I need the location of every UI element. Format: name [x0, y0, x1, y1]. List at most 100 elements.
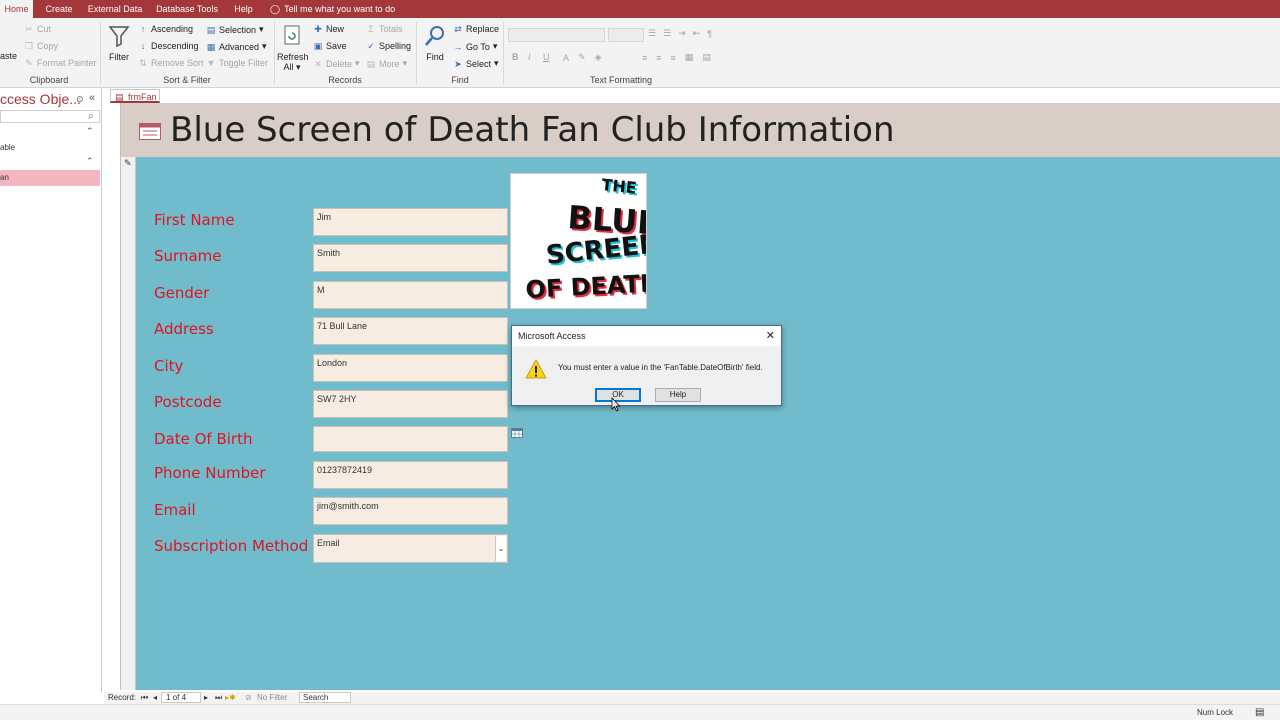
- filter-button[interactable]: Filter: [107, 24, 131, 62]
- text-color-buttons[interactable]: A ✎ ◈: [563, 52, 607, 63]
- gender-field[interactable]: M: [313, 281, 508, 309]
- label-address: Address: [154, 320, 214, 338]
- dialog-message: You must enter a value in the 'FanTable.…: [558, 363, 763, 372]
- number-list-icon: ☰: [663, 28, 676, 38]
- next-record-icon[interactable]: ▸: [204, 693, 208, 702]
- align-left-icon: ≡: [642, 52, 654, 63]
- spelling-label: Spelling: [379, 41, 412, 51]
- tell-me-text: Tell me what you want to do: [284, 4, 396, 14]
- save-label: Save: [326, 41, 347, 51]
- collapse-pane-icon[interactable]: «: [89, 92, 95, 104]
- label-first-name: First Name: [154, 211, 235, 229]
- paste-label: aste: [0, 51, 18, 61]
- address-field[interactable]: 71 Bull Lane: [313, 317, 508, 345]
- last-record-icon[interactable]: ⏭: [215, 693, 222, 703]
- descending-button[interactable]: ↓ Descending: [138, 41, 199, 51]
- find-button[interactable]: Find: [422, 24, 448, 62]
- align-buttons[interactable]: ≡ ≡ ≡ ▦ ▤: [642, 52, 717, 63]
- tell-me-box[interactable]: ◯ Tell me what you want to do: [270, 0, 400, 18]
- advanced-button[interactable]: ▦ Advanced ▾: [206, 41, 267, 52]
- subscription-method-combo[interactable]: Email ⌄: [313, 534, 508, 563]
- close-icon[interactable]: ✕: [766, 329, 775, 342]
- blue-screen-of-death-logo: THE THE BLUE BLUE SCREEN SCREEN OF DEATH…: [510, 173, 647, 309]
- magnifier-icon: [425, 26, 444, 46]
- advanced-filter-icon: ▦: [206, 41, 216, 52]
- ascending-button[interactable]: ↑ Ascending: [138, 24, 193, 34]
- nav-pane-title[interactable]: ccess Obje...: [0, 91, 81, 107]
- help-button[interactable]: Help: [655, 388, 701, 402]
- chevron-down-icon[interactable]: ⌄: [495, 536, 506, 561]
- postcode-field[interactable]: SW7 2HY: [313, 390, 508, 418]
- selection-button[interactable]: ▤ Selection ▾: [206, 24, 264, 35]
- remove-sort-label: Remove Sort: [151, 58, 204, 68]
- remove-sort-icon: ⇅: [139, 58, 147, 68]
- date-of-birth-field[interactable]: [313, 426, 508, 452]
- record-navigation-bar: Record: ⏮ ◂ 1 of 4 ▸ ⏭ ▸✱ ⊘ No Filter Se…: [104, 692, 1280, 704]
- dialog-title: Microsoft Access: [512, 326, 781, 346]
- paste-button[interactable]: aste: [0, 51, 17, 61]
- save-record-button[interactable]: ▣ Save: [313, 41, 347, 51]
- nav-pane-dropdown-icon[interactable]: ⊙: [76, 94, 84, 105]
- tab-database-tools[interactable]: Database Tools: [153, 0, 221, 18]
- new-blank-record-icon[interactable]: ▸✱: [225, 693, 236, 702]
- microsoft-access-dialog: Microsoft Access ✕ You must enter a valu…: [511, 325, 782, 406]
- menu-tab-bar: Home Create External Data Database Tools…: [0, 0, 1280, 18]
- remove-sort-button[interactable]: ⇅ Remove Sort: [138, 58, 204, 68]
- underline-button[interactable]: U: [543, 52, 550, 62]
- label-date-of-birth: Date Of Birth: [154, 430, 253, 448]
- refresh-icon: [284, 25, 300, 45]
- first-record-icon[interactable]: ⏮: [141, 693, 148, 703]
- find-group-label: Find: [451, 75, 469, 85]
- nav-item-form-selected[interactable]: an: [0, 170, 100, 186]
- refresh-all-button[interactable]: Refresh All ▾: [277, 24, 309, 73]
- tab-create[interactable]: Create: [40, 0, 78, 18]
- more-button[interactable]: ▤ More ▾: [366, 58, 407, 69]
- mouse-cursor-icon: [611, 397, 621, 412]
- select-label: Select: [466, 58, 492, 69]
- collapse-group-icon[interactable]: ⌃: [86, 126, 94, 137]
- previous-record-icon[interactable]: ◂: [153, 693, 157, 702]
- new-label: New: [326, 24, 345, 34]
- totals-button[interactable]: Σ Totals: [366, 24, 402, 34]
- indent-icon: ⇥: [678, 28, 690, 38]
- find-label: Find: [426, 52, 444, 62]
- nav-item-table[interactable]: able: [0, 143, 15, 152]
- record-search-input[interactable]: Search: [299, 692, 351, 703]
- city-field[interactable]: London: [313, 354, 508, 382]
- refresh-sub-label: All ▾: [283, 62, 301, 72]
- font-size-combo[interactable]: [608, 28, 644, 42]
- new-record-button[interactable]: ✚ New: [313, 24, 344, 34]
- nav-search-input[interactable]: [0, 110, 100, 123]
- replace-button[interactable]: ⇄ Replace: [453, 24, 499, 34]
- italic-button[interactable]: I: [528, 52, 531, 62]
- email-field[interactable]: jim@smith.com: [313, 497, 508, 525]
- copy-button[interactable]: ❐ Copy: [24, 41, 58, 51]
- calendar-picker-icon[interactable]: [511, 428, 523, 438]
- list-buttons[interactable]: ☰ ☰ ⇥ ⇤ ¶: [648, 28, 716, 39]
- delete-record-button[interactable]: ✕ Delete ▾: [313, 58, 359, 69]
- form-view-icon[interactable]: ▤: [1255, 707, 1264, 718]
- search-icon[interactable]: ⌕: [88, 111, 94, 122]
- toggle-filter-button[interactable]: ▼ Toggle Filter: [206, 58, 269, 68]
- spelling-button[interactable]: ✓ Spelling: [366, 41, 411, 51]
- cut-button[interactable]: ✂ Cut: [24, 24, 51, 34]
- font-name-combo[interactable]: [508, 28, 605, 42]
- no-filter-indicator[interactable]: No Filter: [257, 693, 287, 702]
- tab-external-data[interactable]: External Data: [86, 0, 144, 18]
- surname-field[interactable]: Smith: [313, 244, 508, 272]
- cursor-icon: ➤: [454, 58, 462, 69]
- select-button[interactable]: ➤ Select ▾: [453, 58, 498, 69]
- first-name-field[interactable]: Jim: [313, 208, 508, 236]
- format-painter-button[interactable]: ✎ Format Painter: [24, 58, 96, 68]
- goto-button[interactable]: → Go To ▾: [453, 41, 498, 52]
- bold-button[interactable]: B: [512, 52, 519, 62]
- tab-help[interactable]: Help: [230, 0, 257, 18]
- descending-label: Descending: [151, 41, 199, 51]
- tab-home[interactable]: Home: [0, 0, 33, 18]
- record-selector[interactable]: ✎: [121, 157, 136, 690]
- record-position-input[interactable]: 1 of 4: [161, 692, 201, 703]
- warning-icon: [525, 359, 547, 379]
- phone-number-field[interactable]: 01237872419: [313, 461, 508, 489]
- collapse-group-icon[interactable]: ⌃: [86, 156, 94, 167]
- document-tab-frmfan[interactable]: ▤ frmFan: [110, 89, 160, 103]
